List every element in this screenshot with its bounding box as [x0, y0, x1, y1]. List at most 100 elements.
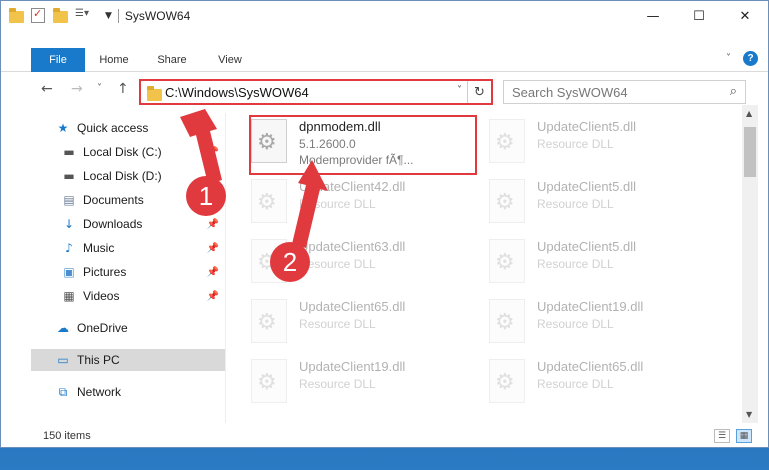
dll-file-icon — [489, 359, 525, 403]
sidebar-item-label: Network — [77, 385, 122, 399]
sidebar-item-label: Documents — [83, 193, 144, 207]
details-view-icon[interactable]: ☰ — [714, 429, 730, 443]
new-folder-icon[interactable] — [53, 8, 69, 24]
sidebar-item-quick-access[interactable]: ★ Quick access — [55, 117, 225, 139]
pin-icon[interactable]: 📌 — [207, 243, 219, 254]
cloud-icon: ☁ — [57, 321, 69, 335]
up-button[interactable]: ↑ — [117, 81, 129, 97]
expand-ribbon-icon[interactable]: ˅ — [726, 53, 731, 64]
dll-file-icon — [489, 179, 525, 223]
search-placeholder: Search SysWOW64 — [512, 85, 628, 100]
dll-file-icon — [489, 239, 525, 283]
downloads-icon: ↓ — [63, 217, 75, 231]
scrollbar-thumb[interactable] — [744, 127, 756, 177]
videos-icon: ▦ — [63, 289, 75, 303]
recent-locations-button[interactable]: ˅ — [97, 83, 102, 94]
file-item[interactable]: UpdateClient5.dll Resource DLL — [479, 115, 709, 173]
file-description: Resource DLL — [537, 317, 614, 331]
explorer-window: ☰▾ ▼ SysWOW64 — ☐ ✕ File Home Share View… — [0, 0, 769, 448]
documents-icon: ▤ — [63, 193, 75, 207]
customize-toolbar-icon[interactable]: ☰▾ — [75, 8, 99, 24]
tab-home[interactable]: Home — [85, 48, 143, 72]
step-badge-1: 1 — [186, 176, 226, 216]
pin-icon[interactable]: 📌 — [207, 147, 219, 158]
file-description: Resource DLL — [537, 257, 614, 271]
sidebar-item-label: Pictures — [83, 265, 127, 279]
file-item[interactable]: UpdateClient5.dll Resource DLL — [479, 175, 709, 233]
minimize-button[interactable]: — — [630, 1, 676, 31]
title-separator — [117, 9, 119, 23]
file-name: UpdateClient42.dll — [299, 179, 406, 194]
title-bar: ☰▾ ▼ SysWOW64 — ☐ ✕ — [1, 1, 768, 31]
file-name: UpdateClient19.dll — [299, 359, 406, 374]
address-bar[interactable]: C:\Windows\SysWOW64 ˅ ↻ — [139, 79, 493, 105]
sidebar-item-network[interactable]: ⧉ Network — [55, 381, 225, 403]
file-description: Resource DLL — [537, 377, 614, 391]
file-name: UpdateClient19.dll — [537, 299, 644, 314]
sidebar-item-local-disk-c[interactable]: ▬ Local Disk (C:) 📌 — [61, 141, 225, 163]
network-icon: ⧉ — [58, 384, 68, 399]
properties-icon[interactable] — [31, 7, 47, 24]
file-highlight-box — [249, 115, 477, 175]
pictures-icon: ▣ — [63, 265, 75, 279]
file-name: UpdateClient65.dll — [537, 359, 644, 374]
window-controls: — ☐ ✕ — [630, 1, 768, 31]
sidebar-item-label: Local Disk (D:) — [83, 169, 162, 183]
scroll-down-icon[interactable]: ▼ — [746, 410, 752, 419]
file-item[interactable]: UpdateClient19.dll Resource DLL — [479, 295, 709, 353]
dll-file-icon — [251, 179, 287, 223]
dll-file-icon — [489, 299, 525, 343]
sidebar-item-downloads[interactable]: ↓ Downloads 📌 — [61, 213, 225, 235]
forward-button[interactable]: → — [71, 81, 83, 97]
back-button[interactable]: ← — [41, 81, 53, 97]
refresh-button[interactable]: ↻ — [467, 81, 491, 103]
maximize-button[interactable]: ☐ — [676, 1, 722, 31]
sidebar-item-videos[interactable]: ▦ Videos 📌 — [61, 285, 225, 307]
sidebar-item-label: Music — [83, 241, 115, 255]
tab-file[interactable]: File — [31, 48, 85, 72]
pin-icon[interactable]: 📌 — [207, 219, 219, 230]
file-name: UpdateClient5.dll — [537, 119, 637, 134]
file-description: Resource DLL — [299, 257, 376, 271]
file-item[interactable]: UpdateClient65.dll Resource DLL — [241, 295, 471, 353]
pane-divider[interactable] — [225, 113, 226, 423]
vertical-scrollbar[interactable]: ▲ ▼ — [742, 105, 758, 423]
sidebar-item-this-pc[interactable]: ▭ This PC — [31, 349, 225, 371]
sidebar-item-onedrive[interactable]: ☁ OneDrive — [55, 317, 225, 339]
folder-icon[interactable] — [9, 8, 25, 24]
window-title: SysWOW64 — [124, 9, 191, 23]
file-description: Resource DLL — [299, 377, 376, 391]
file-item[interactable]: UpdateClient5.dll Resource DLL — [479, 235, 709, 293]
sidebar-item-pictures[interactable]: ▣ Pictures 📌 — [61, 261, 225, 283]
file-description: Resource DLL — [299, 197, 376, 211]
ribbon-tabs: File Home Share View — [1, 48, 259, 72]
address-path[interactable]: C:\Windows\SysWOW64 — [165, 85, 309, 100]
search-icon[interactable]: ⌕ — [730, 84, 737, 99]
address-dropdown-icon[interactable]: ˅ — [457, 85, 462, 96]
sidebar-item-label: Quick access — [77, 121, 149, 135]
pin-icon[interactable]: 📌 — [207, 267, 219, 278]
navigation-bar: ← → ˅ ↑ C:\Windows\SysWOW64 ˅ ↻ Search S… — [1, 77, 768, 105]
tab-view[interactable]: View — [201, 48, 259, 72]
file-item[interactable]: UpdateClient42.dll Resource DLL — [241, 175, 471, 233]
tab-share[interactable]: Share — [143, 48, 201, 72]
help-icon[interactable]: ? — [743, 51, 758, 66]
ribbon-right: ˅ ? — [726, 51, 758, 66]
pin-icon[interactable]: 📌 — [207, 291, 219, 302]
item-count: 150 items — [43, 430, 91, 442]
sidebar-item-music[interactable]: ♪ Music 📌 — [61, 237, 225, 259]
navigation-pane: ★ Quick access ▬ Local Disk (C:) 📌 ▬ Loc… — [1, 113, 225, 423]
large-icons-view-icon[interactable]: ▦ — [736, 429, 752, 443]
sidebar-item-label: Local Disk (C:) — [83, 145, 162, 159]
drive-icon: ▬ — [63, 145, 75, 159]
file-name: UpdateClient63.dll — [299, 239, 406, 254]
scroll-up-icon[interactable]: ▲ — [746, 109, 752, 118]
file-item[interactable]: UpdateClient65.dll Resource DLL — [479, 355, 709, 413]
dropdown-arrow-icon[interactable]: ▼ — [105, 11, 112, 21]
close-button[interactable]: ✕ — [722, 1, 768, 31]
file-description: Resource DLL — [299, 317, 376, 331]
file-item[interactable]: UpdateClient19.dll Resource DLL — [241, 355, 471, 413]
file-name: UpdateClient65.dll — [299, 299, 406, 314]
search-input[interactable]: Search SysWOW64 ⌕ — [503, 80, 746, 104]
file-name: UpdateClient5.dll — [537, 179, 637, 194]
